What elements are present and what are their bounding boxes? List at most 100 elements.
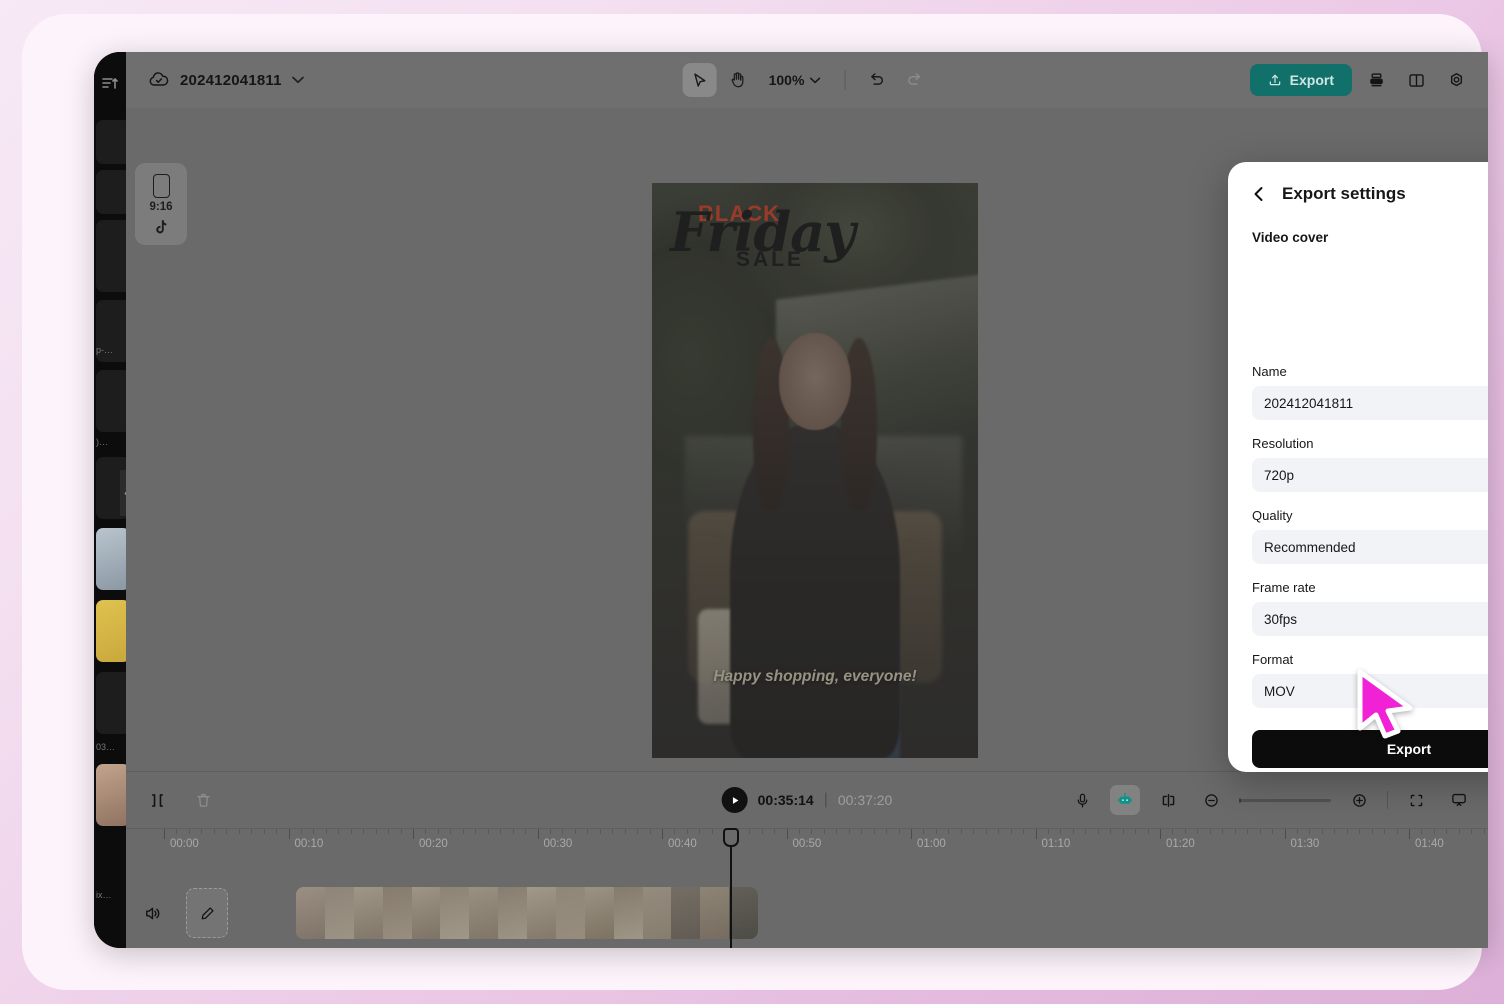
panel-item[interactable] [96, 672, 130, 734]
edit-clip-button[interactable] [186, 888, 228, 938]
ruler-tick-minor [1371, 829, 1373, 834]
ruler-tick-label: 00:20 [419, 838, 448, 850]
pencil-edit-icon [201, 906, 214, 919]
ruler-tick-major [662, 829, 663, 839]
fit-screen-icon[interactable] [1401, 785, 1431, 815]
project-name[interactable]: 202412041811 [180, 72, 282, 89]
ruler-tick-minor [388, 829, 390, 834]
panel-item[interactable] [96, 120, 130, 164]
list-sort-icon[interactable] [94, 72, 126, 94]
name-input[interactable]: 202412041811 [1252, 386, 1488, 420]
ruler-tick-minor [861, 829, 863, 834]
zoom-level-selector[interactable]: 100% [759, 72, 831, 88]
cloud-saved-icon [148, 69, 170, 91]
ruler-tick-minor [948, 829, 950, 834]
undo-button[interactable] [859, 63, 893, 97]
panel-item[interactable] [96, 170, 130, 214]
panel-item-label: p-… [96, 345, 114, 355]
ruler-tick-minor [238, 829, 240, 834]
left-panel-strip: p-… )… 03… ix… [94, 52, 134, 948]
split-view-icon[interactable] [1400, 64, 1432, 96]
resolution-select[interactable]: 720p [1252, 458, 1488, 492]
ruler-tick-major [164, 829, 165, 839]
ruler-tick-minor [1446, 829, 1448, 834]
ruler-tick-minor [774, 829, 776, 834]
ruler-tick-minor [1471, 829, 1473, 834]
ai-magic-icon[interactable] [1110, 785, 1140, 815]
format-value: MOV [1264, 683, 1295, 699]
ruler-tick-minor [699, 829, 701, 834]
ruler-tick-label: 00:30 [543, 838, 573, 850]
panel-item-label: )… [96, 437, 108, 447]
trash-icon[interactable] [188, 785, 218, 815]
timeline-ruler[interactable]: 00:00 00:10 00:20 00:30 00:40 00:50 01:00 01:10… [126, 829, 1488, 857]
frame-rate-select[interactable]: 30fps [1252, 602, 1488, 636]
ruler-tick-minor [1072, 829, 1074, 834]
zoom-slider[interactable] [1239, 797, 1331, 803]
ruler-tick-minor [985, 829, 987, 834]
ruler-tick-minor [587, 829, 589, 834]
export-top-label: Export [1289, 72, 1334, 88]
video-preview[interactable]: BLACK Friday SALE Happy shopping, everyo… [652, 183, 978, 758]
playhead-handle[interactable] [723, 828, 739, 847]
ruler-tick-minor [624, 829, 626, 834]
layers-icon[interactable] [1360, 64, 1392, 96]
ruler-tick-minor [1309, 829, 1311, 834]
zoom-in-icon[interactable] [1344, 785, 1374, 815]
ruler-tick-minor [475, 829, 477, 834]
hand-pan-button[interactable] [721, 63, 755, 97]
panel-item[interactable] [96, 220, 130, 292]
chevron-left-icon[interactable] [1252, 186, 1266, 202]
export-top-button[interactable]: Export [1249, 64, 1352, 96]
ruler-tick-minor [1209, 829, 1211, 834]
ruler-tick-minor [1483, 829, 1485, 834]
ruler-tick-minor [898, 829, 900, 834]
panel-item-thumb[interactable] [96, 764, 130, 826]
ruler-tick-major [1035, 829, 1037, 839]
ruler-tick-minor [1184, 829, 1186, 834]
redo-button[interactable] [897, 63, 931, 97]
microphone-icon[interactable] [1067, 785, 1097, 815]
gear-icon[interactable] [1440, 64, 1472, 96]
quality-select[interactable]: Recommended [1252, 530, 1488, 564]
ruler-tick-label: 00:00 [170, 838, 199, 850]
ruler-tick-label: 01:00 [917, 838, 946, 850]
zoom-out-icon[interactable] [1196, 785, 1226, 815]
panel-item[interactable] [96, 370, 130, 432]
ruler-tick-minor [998, 829, 1000, 834]
panel-item-label: ix… [96, 890, 112, 900]
panel-item-thumb[interactable] [96, 600, 130, 662]
ruler-tick-label: 01:30 [1290, 838, 1320, 850]
ruler-tick-minor [263, 829, 265, 834]
select-tool-button[interactable] [682, 63, 717, 97]
speaker-icon[interactable] [139, 900, 165, 926]
ruler-tick-minor [176, 829, 178, 834]
ruler-tick-major [1160, 829, 1161, 839]
ruler-tick-minor [674, 829, 676, 834]
transition-icon[interactable] [1153, 785, 1183, 815]
panel-item-thumb[interactable] [96, 528, 130, 590]
ruler-tick-minor [1296, 829, 1298, 834]
ruler-tick-minor [612, 829, 614, 834]
video-clip[interactable] [296, 887, 758, 939]
tiktok-icon [154, 219, 169, 235]
timeline-tracks [126, 857, 1488, 948]
ruler-tick-label: 00:10 [294, 838, 324, 850]
preview-monitor-icon[interactable] [1444, 785, 1474, 815]
zoom-level-value: 100% [768, 72, 805, 88]
video-cover-row: Video cover Friday $50.99 -30% off [1252, 230, 1488, 336]
ruler-tick-minor [574, 829, 576, 834]
ruler-tick-minor [836, 829, 838, 834]
top-toolbar: 202412041811 100% Export [126, 52, 1488, 108]
phone-frame-icon [152, 173, 170, 198]
name-input-value: 202412041811 [1264, 395, 1354, 411]
chevron-down-icon[interactable] [291, 76, 304, 84]
modal-dim-overlay [296, 887, 758, 939]
export-panel-header: Export settings [1252, 184, 1488, 204]
playhead[interactable] [723, 828, 739, 948]
split-clip-icon[interactable] [142, 785, 172, 815]
aspect-ratio-badge[interactable]: 9:16 [135, 163, 187, 245]
ruler-tick-minor [1197, 829, 1199, 834]
play-button[interactable] [721, 787, 748, 813]
ruler-tick-minor [512, 829, 514, 834]
